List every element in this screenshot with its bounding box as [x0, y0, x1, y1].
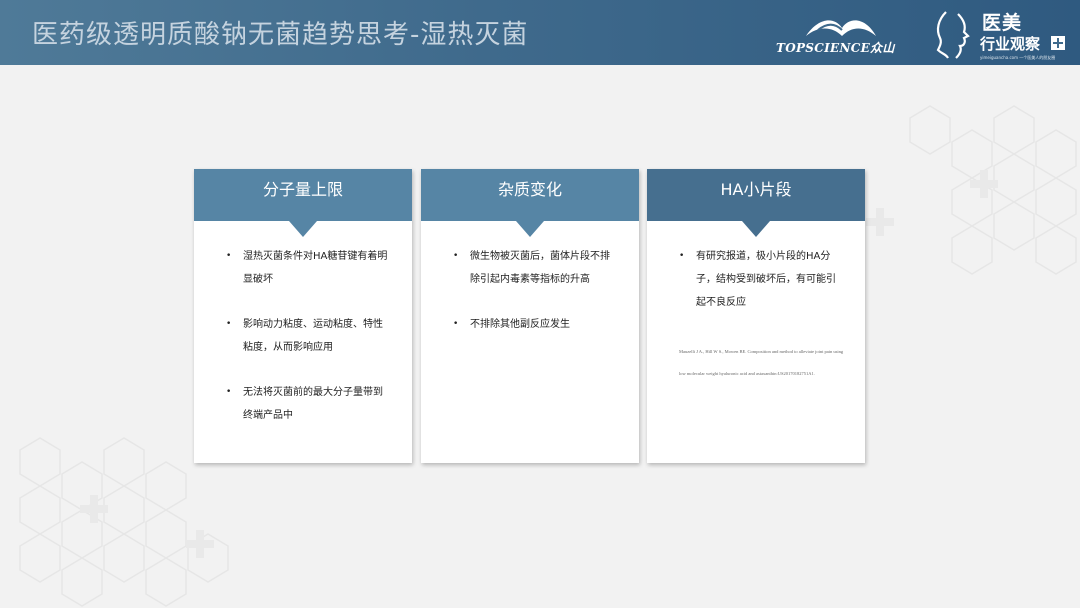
topscience-brand-text: TOPSCIENCE众山 — [776, 41, 895, 55]
card-ha-small-fragment: HA小片段 有研究报道，极小片段的HA分子，结构受到破坏后，有可能引起不良反应 … — [647, 169, 865, 463]
list-item: 影响动力粘度、运动粘度、特性粘度，从而影响应用 — [226, 313, 392, 359]
card-header: HA小片段 — [647, 169, 865, 237]
list-item: 微生物被灭菌后，菌体片段不排除引起内毒素等指标的升高 — [453, 245, 619, 291]
card-impurity-change: 杂质变化 微生物被灭菌后，菌体片段不排除引起内毒素等指标的升高 不排除其他副反应… — [421, 169, 639, 463]
pointer-triangle — [289, 221, 317, 237]
plus-icon — [1051, 36, 1065, 50]
list-item: 有研究报道，极小片段的HA分子，结构受到破坏后，有可能引起不良反应 — [679, 245, 845, 314]
list-item: 无法将灭菌前的最大分子量带到终端产品中 — [226, 381, 392, 427]
bullet-list: 微生物被灭菌后，菌体片段不排除引起内毒素等指标的升高 不排除其他副反应发生 — [453, 245, 619, 358]
list-item: 湿热灭菌条件对HA糖苷键有着明显破坏 — [226, 245, 392, 291]
pointer-triangle — [516, 221, 544, 237]
yimei-title: 医美 — [982, 12, 1023, 34]
bullet-list: 有研究报道，极小片段的HA分子，结构受到破坏后，有可能引起不良反应 — [679, 245, 845, 336]
card-molecular-weight-limit: 分子量上限 湿热灭菌条件对HA糖苷键有着明显破坏 影响动力粘度、运动粘度、特性粘… — [194, 169, 412, 463]
card-title: HA小片段 — [720, 180, 792, 199]
card-header: 分子量上限 — [194, 169, 412, 237]
reference-citation: Mauzelli J A., Hill W S., Mowen BE. Comp… — [679, 349, 844, 376]
yimei-subtitle: 行业观察 — [980, 35, 1041, 53]
topscience-wave-icon — [806, 20, 876, 36]
yimei-website: yimeiguancha.com 一个医美人的朋友圈 — [980, 55, 1056, 60]
card-header: 杂质变化 — [421, 169, 639, 237]
topscience-logo: TOPSCIENCE众山 — [776, 14, 911, 58]
slide-title: 医药级透明质酸钠无菌趋势思考-湿热灭菌 — [32, 20, 529, 50]
list-item: 不排除其他副反应发生 — [453, 313, 619, 336]
yimei-logo: 医美 行业观察 yimeiguancha.com 一个医美人的朋友圈 — [934, 6, 1074, 62]
card-title: 杂质变化 — [497, 180, 562, 199]
face-profile-icon — [936, 11, 970, 59]
pointer-triangle — [742, 221, 770, 237]
bullet-list: 湿热灭菌条件对HA糖苷键有着明显破坏 影响动力粘度、运动粘度、特性粘度，从而影响… — [226, 245, 392, 449]
header-bar: 医药级透明质酸钠无菌趋势思考-湿热灭菌 TOPSCIENCE众山 医美 行业观察… — [0, 0, 1080, 65]
card-title: 分子量上限 — [262, 180, 343, 199]
